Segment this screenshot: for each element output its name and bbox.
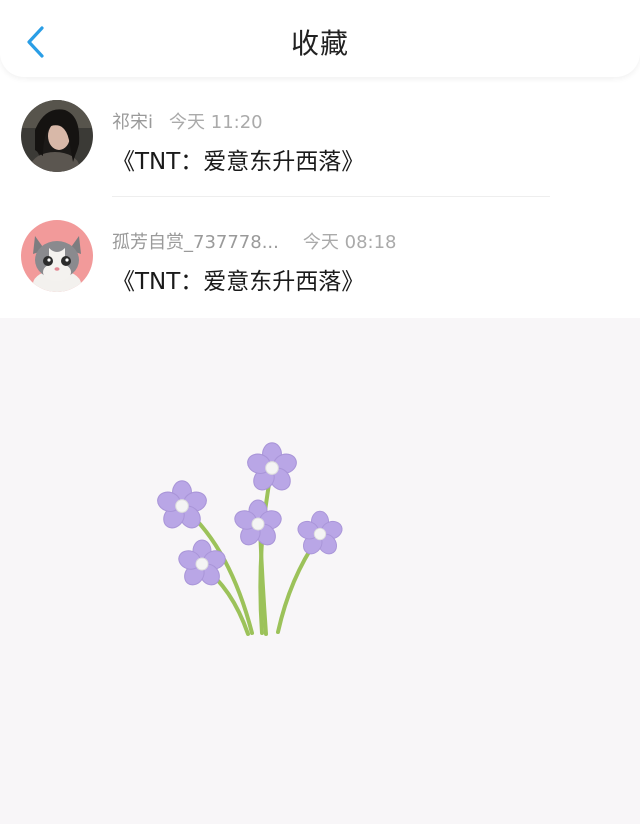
item-content[interactable]: 《TNT：爱意东升西落》 <box>112 142 364 176</box>
divider <box>112 196 550 197</box>
author-name[interactable]: 孤芳自赏_737778... <box>112 232 279 253</box>
avatar[interactable] <box>21 100 93 172</box>
list-item[interactable]: 孤芳自赏_737778... 今天 08:18 《TNT：爱意东升西落》 <box>0 198 640 318</box>
item-meta: 孤芳自赏_737778... 今天 08:18 <box>112 228 397 254</box>
author-name[interactable]: 祁宋i <box>112 112 153 133</box>
timestamp: 今天 11:20 <box>169 112 263 133</box>
item-content[interactable]: 《TNT：爱意东升西落》 <box>112 262 364 296</box>
timestamp: 今天 08:18 <box>302 232 397 253</box>
cat-avatar-icon <box>21 220 93 292</box>
page-title: 收藏 <box>290 27 349 60</box>
favorites-list: 祁宋i 今天 11:20 《TNT：爱意东升西落》 孤芳自赏_737778...… <box>0 78 640 318</box>
list-item[interactable]: 祁宋i 今天 11:20 《TNT：爱意东升西落》 <box>0 78 640 198</box>
photo-avatar-icon <box>21 100 93 172</box>
top-bar: 收藏 <box>0 0 640 77</box>
avatar[interactable] <box>21 220 93 292</box>
item-meta: 祁宋i 今天 11:20 <box>112 108 263 134</box>
purple-flowers-illustration <box>140 428 360 636</box>
